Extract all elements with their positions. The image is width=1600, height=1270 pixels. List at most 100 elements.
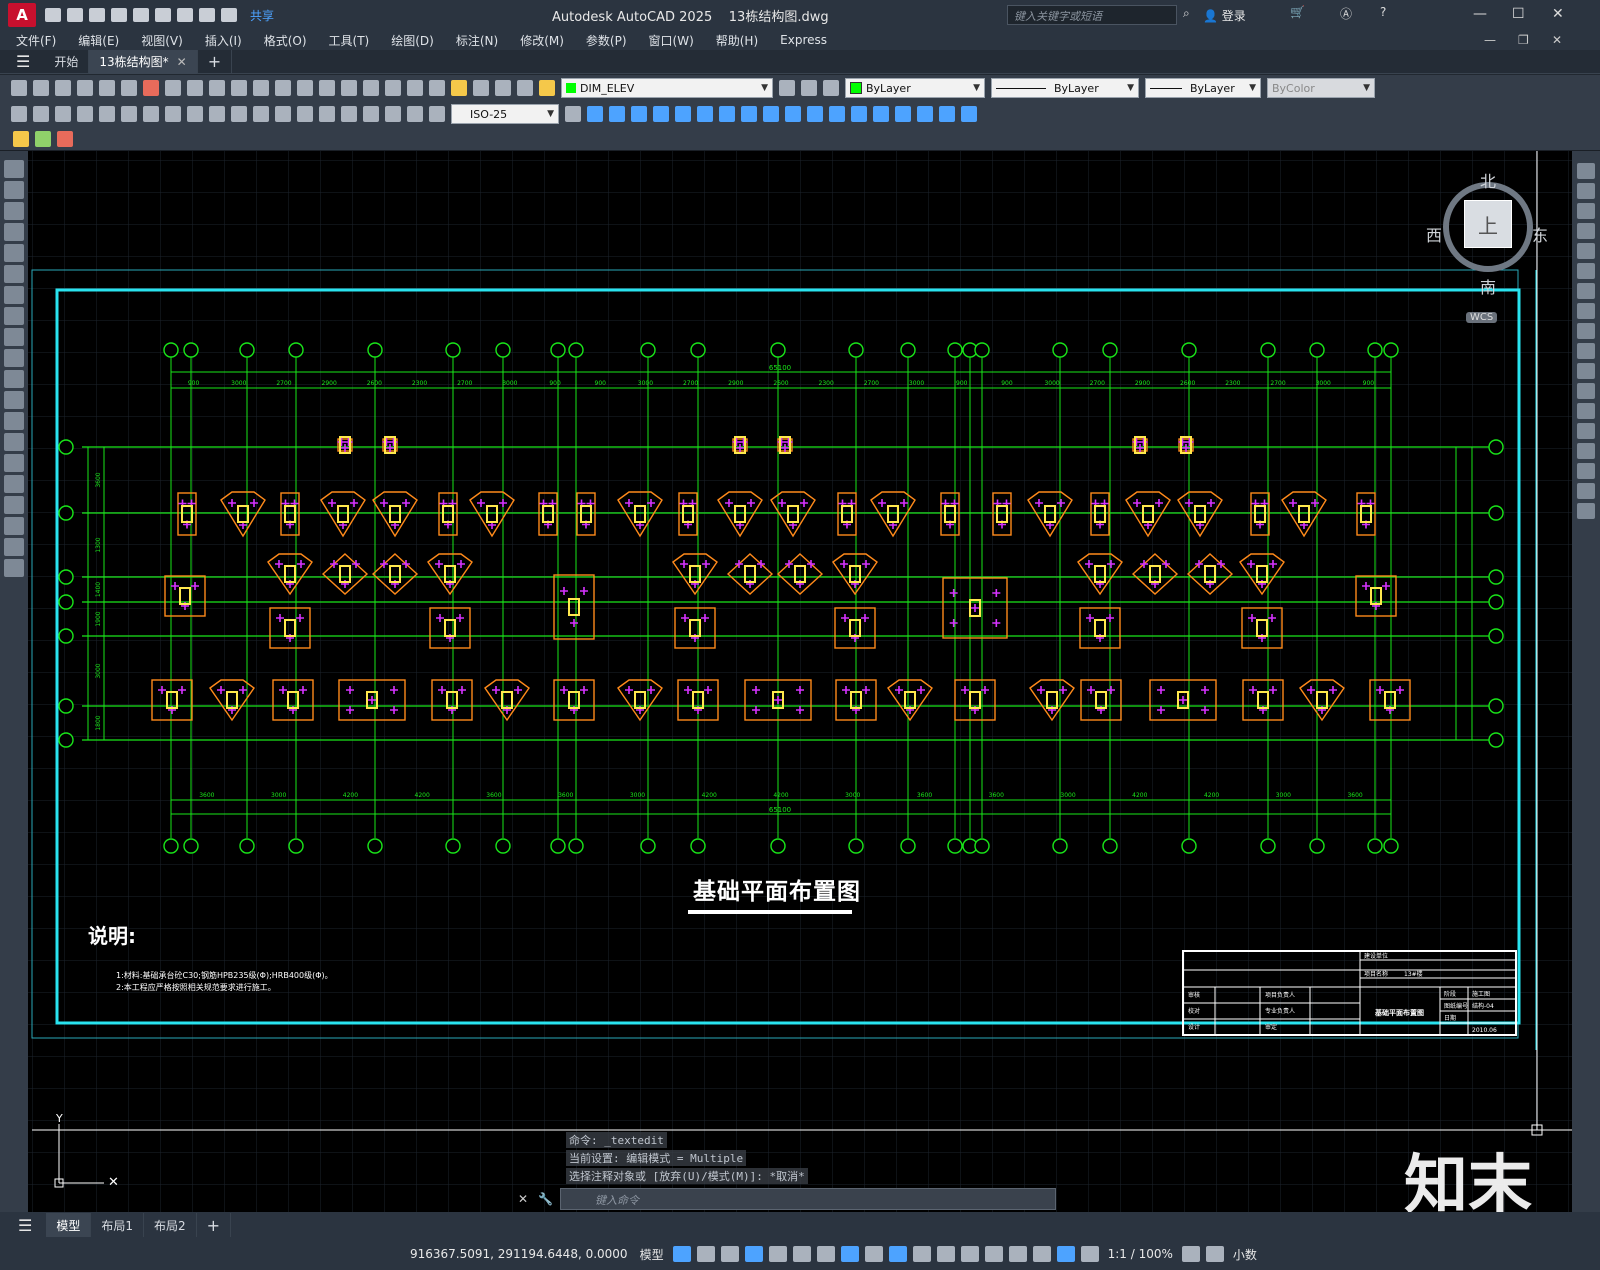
- extra-tool-3-icon[interactable]: [57, 130, 73, 147]
- dim-continue-icon[interactable]: [231, 106, 247, 122]
- doc-restore-button[interactable]: ❐: [1518, 33, 1529, 47]
- transparency-icon[interactable]: [912, 1246, 931, 1262]
- selection-filter-icon[interactable]: [1008, 1246, 1027, 1262]
- dimstyle-dropdown[interactable]: ISO-25 ▼: [451, 104, 559, 124]
- menu-file[interactable]: 文件(F): [16, 32, 56, 49]
- linetype-dropdown[interactable]: ByLayer ▼: [991, 78, 1139, 98]
- pan-icon[interactable]: [297, 80, 313, 96]
- open-web-icon[interactable]: [133, 8, 149, 22]
- dim-angular-icon[interactable]: [165, 106, 181, 122]
- tab-start[interactable]: 开始: [44, 49, 90, 74]
- menu-help[interactable]: 帮助(H): [716, 32, 758, 49]
- menu-view[interactable]: 视图(V): [141, 32, 183, 49]
- erase-icon[interactable]: [1577, 163, 1595, 179]
- dynamic-input-icon[interactable]: [744, 1246, 763, 1262]
- layer-manager-icon[interactable]: [517, 80, 533, 96]
- line-tool-icon[interactable]: [4, 160, 24, 178]
- rotate-icon[interactable]: [1577, 283, 1595, 299]
- mirror-icon[interactable]: [1577, 203, 1595, 219]
- layer-previous-icon[interactable]: [801, 80, 817, 96]
- jogged-linear-icon[interactable]: [363, 106, 379, 122]
- tab-close-icon[interactable]: ✕: [177, 55, 187, 69]
- dim-update-icon[interactable]: [429, 106, 445, 122]
- selection-cycling-icon[interactable]: [936, 1246, 955, 1262]
- grid-toggle-icon[interactable]: [672, 1246, 691, 1262]
- dim-text-edit-icon[interactable]: [407, 106, 423, 122]
- publish-icon[interactable]: [121, 80, 137, 96]
- cart-icon[interactable]: 🛒: [1290, 5, 1305, 19]
- gizmo-icon[interactable]: [1032, 1246, 1051, 1262]
- minimize-button[interactable]: —: [1473, 6, 1487, 22]
- save-web-icon[interactable]: [155, 8, 171, 22]
- viewcube-west[interactable]: 西: [1426, 222, 1442, 246]
- preview-icon[interactable]: [99, 80, 115, 96]
- redo-icon[interactable]: [275, 80, 291, 96]
- dim-arc-icon[interactable]: [55, 106, 71, 122]
- plotstyle-dropdown[interactable]: ByColor ▼: [1267, 78, 1375, 98]
- fillet-icon[interactable]: [1577, 463, 1595, 479]
- polar-icon[interactable]: [792, 1246, 811, 1262]
- tab-layout1[interactable]: 布局1: [91, 1213, 144, 1237]
- plot-icon[interactable]: [177, 8, 193, 22]
- trim-icon[interactable]: [1577, 343, 1595, 359]
- mtext-icon[interactable]: [4, 538, 24, 556]
- join-icon[interactable]: [1577, 423, 1595, 439]
- tool-17-icon[interactable]: [939, 106, 955, 122]
- region-icon[interactable]: [4, 496, 24, 514]
- new-file-icon[interactable]: [45, 8, 61, 22]
- menu-draw[interactable]: 绘图(D): [391, 32, 434, 49]
- menu-window[interactable]: 窗口(W): [649, 32, 694, 49]
- dynamic-ucs-icon[interactable]: [984, 1246, 1003, 1262]
- circle-icon[interactable]: [4, 286, 24, 304]
- command-input[interactable]: 键入命令: [560, 1188, 1056, 1210]
- point-icon[interactable]: [4, 433, 24, 451]
- wcs-menu[interactable]: WCS: [1466, 312, 1498, 323]
- dim-space-icon[interactable]: [253, 106, 269, 122]
- designcenter-icon[interactable]: [407, 80, 423, 96]
- array-icon[interactable]: [1577, 243, 1595, 259]
- rectangle-icon[interactable]: [4, 244, 24, 262]
- infer-icon[interactable]: [720, 1246, 739, 1262]
- chamfer-icon[interactable]: [1577, 443, 1595, 459]
- break-icon[interactable]: [1577, 403, 1595, 419]
- copy-object-icon[interactable]: [1577, 183, 1595, 199]
- tool-18-icon[interactable]: [961, 106, 977, 122]
- color-dropdown[interactable]: ByLayer ▼: [845, 78, 985, 98]
- menu-insert[interactable]: 插入(I): [205, 32, 242, 49]
- annotation-monitor-icon[interactable]: [1205, 1246, 1224, 1262]
- share-button[interactable]: 共享: [250, 7, 274, 24]
- dim-baseline-icon[interactable]: [209, 106, 225, 122]
- lineweight-icon[interactable]: [888, 1246, 907, 1262]
- viewcube-east[interactable]: 东: [1532, 222, 1548, 246]
- cut-icon[interactable]: [165, 80, 181, 96]
- spline-icon[interactable]: [4, 328, 24, 346]
- ortho-icon[interactable]: [768, 1246, 787, 1262]
- tool-11-icon[interactable]: [807, 106, 823, 122]
- hatch-icon[interactable]: [4, 454, 24, 472]
- lineweight-dropdown[interactable]: ByLayer ▼: [1145, 78, 1261, 98]
- app-logo-button[interactable]: A: [8, 3, 36, 27]
- make-block-icon[interactable]: [4, 412, 24, 430]
- workspace-icon[interactable]: [1181, 1246, 1200, 1262]
- extra-tool-2-icon[interactable]: [35, 130, 51, 147]
- dim-aligned-icon[interactable]: [33, 106, 49, 122]
- tab-drawing[interactable]: 13栋结构图* ✕: [89, 49, 198, 74]
- layer-state-icon[interactable]: [539, 80, 555, 96]
- tool-5-icon[interactable]: [675, 106, 691, 122]
- dim-radius-icon[interactable]: [99, 106, 115, 122]
- tool-4-icon[interactable]: [653, 106, 669, 122]
- print-icon[interactable]: [77, 80, 93, 96]
- ellipse-icon[interactable]: [4, 349, 24, 367]
- tool-10-icon[interactable]: [785, 106, 801, 122]
- tool-3-icon[interactable]: [631, 106, 647, 122]
- object-snap-icon[interactable]: [864, 1246, 883, 1262]
- calculator-icon[interactable]: [473, 80, 489, 96]
- tab-model[interactable]: 模型: [46, 1213, 92, 1237]
- annotation-visibility-icon[interactable]: [1056, 1246, 1075, 1262]
- open-file-icon[interactable]: [67, 8, 83, 22]
- doc-minimize-button[interactable]: —: [1484, 33, 1496, 47]
- tool-13-icon[interactable]: [851, 106, 867, 122]
- layer-dropdown[interactable]: DIM_ELEV ▼: [561, 78, 773, 98]
- polyline-icon[interactable]: [4, 202, 24, 220]
- extend-icon[interactable]: [1577, 363, 1595, 379]
